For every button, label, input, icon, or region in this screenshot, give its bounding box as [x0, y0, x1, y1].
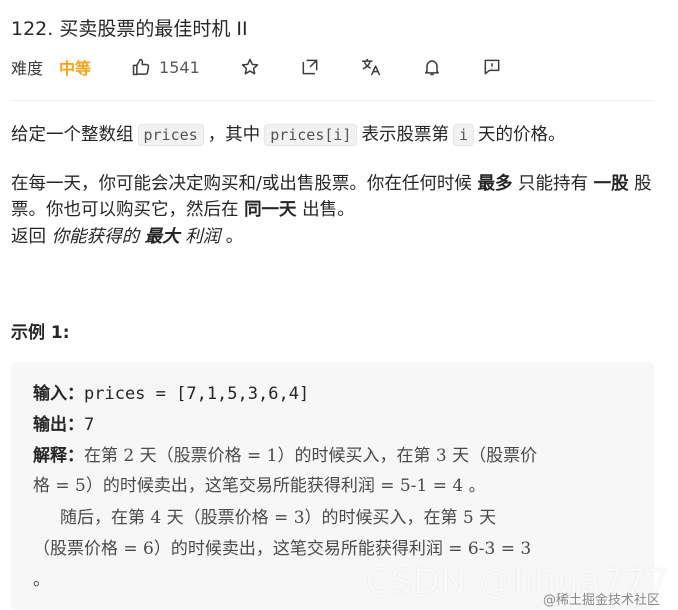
desc-text: 给定一个整数组: [11, 125, 134, 145]
feedback-icon: [482, 57, 502, 77]
desc-text: 出售。: [296, 200, 355, 220]
share-button[interactable]: [300, 57, 320, 77]
desc-text: 。: [220, 227, 244, 247]
inline-code-i: i: [452, 124, 474, 146]
desc-text: 天的价格。: [478, 125, 566, 145]
example-explain-text: 随后，在第 4 天（股票价格 = 3）的时候买入，在第 5 天: [33, 508, 497, 528]
header-divider: [11, 100, 654, 101]
translate-button[interactable]: [360, 57, 382, 77]
inline-code-prices: prices: [137, 124, 204, 146]
description-paragraph-1: 给定一个整数组 prices ，其中 prices[i] 表示股票第 i 天的价格。: [11, 122, 661, 148]
desc-text: 在每一天，你可能会决定购买和/或出售股票。你在任何时候: [11, 174, 478, 194]
example-explain-line: 随后，在第 4 天（股票价格 = 3）的时候买入，在第 5 天: [33, 503, 496, 528]
desc-text: ，其中: [207, 125, 261, 145]
example-explain-line: 。: [33, 565, 50, 590]
example-explain-line: 格 = 5）的时候卖出，这笔交易所能获得利润 = 5-1 = 4 。: [33, 471, 486, 496]
example-explain-text: 。: [33, 570, 50, 590]
favorite-button[interactable]: [240, 57, 260, 77]
like-count: 1541: [159, 57, 200, 77]
desc-bold: 最多: [477, 174, 513, 194]
desc-italic: 你能获得的: [51, 227, 140, 247]
example-input-line: 输入：prices = [7,1,5,3,6,4]: [33, 379, 309, 404]
example-explain-line: 解释：在第 2 天（股票价格 = 1）的时候买入，在第 3 天（股票价: [33, 441, 537, 466]
desc-italic: 利润: [185, 227, 221, 247]
problem-page: 122. 买卖股票的最佳时机 II 难度 中等 1541 给定一个整数组 pri…: [0, 0, 678, 610]
inline-code-prices-i: prices[i]: [264, 124, 358, 146]
translate-icon: [360, 57, 382, 77]
thumbs-up-icon: [131, 57, 151, 77]
desc-text: 只能持有: [512, 174, 594, 194]
example-explain-text: （股票价格 = 6）的时候卖出，这笔交易所能获得利润 = 6-3 = 3: [33, 539, 532, 559]
example-explain-label: 解释：: [33, 446, 84, 466]
example-explain-line: （股票价格 = 6）的时候卖出，这笔交易所能获得利润 = 6-3 = 3: [33, 534, 531, 559]
example-explain-text: 在第 2 天（股票价格 = 1）的时候买入，在第 3 天（股票价: [84, 446, 538, 466]
desc-text: 表示股票第: [361, 125, 449, 145]
difficulty-label: 难度: [11, 59, 44, 78]
description-paragraph-2: 在每一天，你可能会决定购买和/或出售股票。你在任何时候 最多 只能持有 一股 股…: [11, 171, 661, 223]
feedback-button[interactable]: [482, 57, 502, 77]
example-input-label: 输入：: [33, 384, 84, 404]
example-input-value: prices = [7,1,5,3,6,4]: [84, 384, 310, 404]
example-explain-text: 格 = 5）的时候卖出，这笔交易所能获得利润 = 5-1 = 4 。: [33, 476, 486, 496]
desc-bold: 一股: [593, 174, 629, 194]
subscribe-button[interactable]: [422, 57, 442, 77]
share-icon: [300, 57, 320, 77]
example-output-line: 输出：7: [33, 410, 94, 435]
desc-bold-italic: 最大: [144, 227, 180, 247]
example-heading: 示例 1:: [11, 323, 70, 343]
description-paragraph-3: 返回 你能获得的 最大 利润 。: [11, 224, 661, 250]
juejin-watermark: @稀土掘金技术社区: [543, 593, 661, 608]
problem-meta-row: 难度 中等 1541: [11, 54, 661, 80]
desc-text: 返回: [11, 227, 52, 247]
star-icon: [240, 57, 260, 77]
difficulty-badge: 中等: [59, 59, 92, 78]
example-output-label: 输出：: [33, 415, 84, 435]
problem-title: 122. 买卖股票的最佳时机 II: [11, 18, 248, 40]
like-button[interactable]: 1541: [131, 57, 200, 77]
desc-bold: 同一天: [244, 200, 297, 220]
bell-icon: [422, 57, 442, 77]
example-output-value: 7: [84, 415, 95, 435]
